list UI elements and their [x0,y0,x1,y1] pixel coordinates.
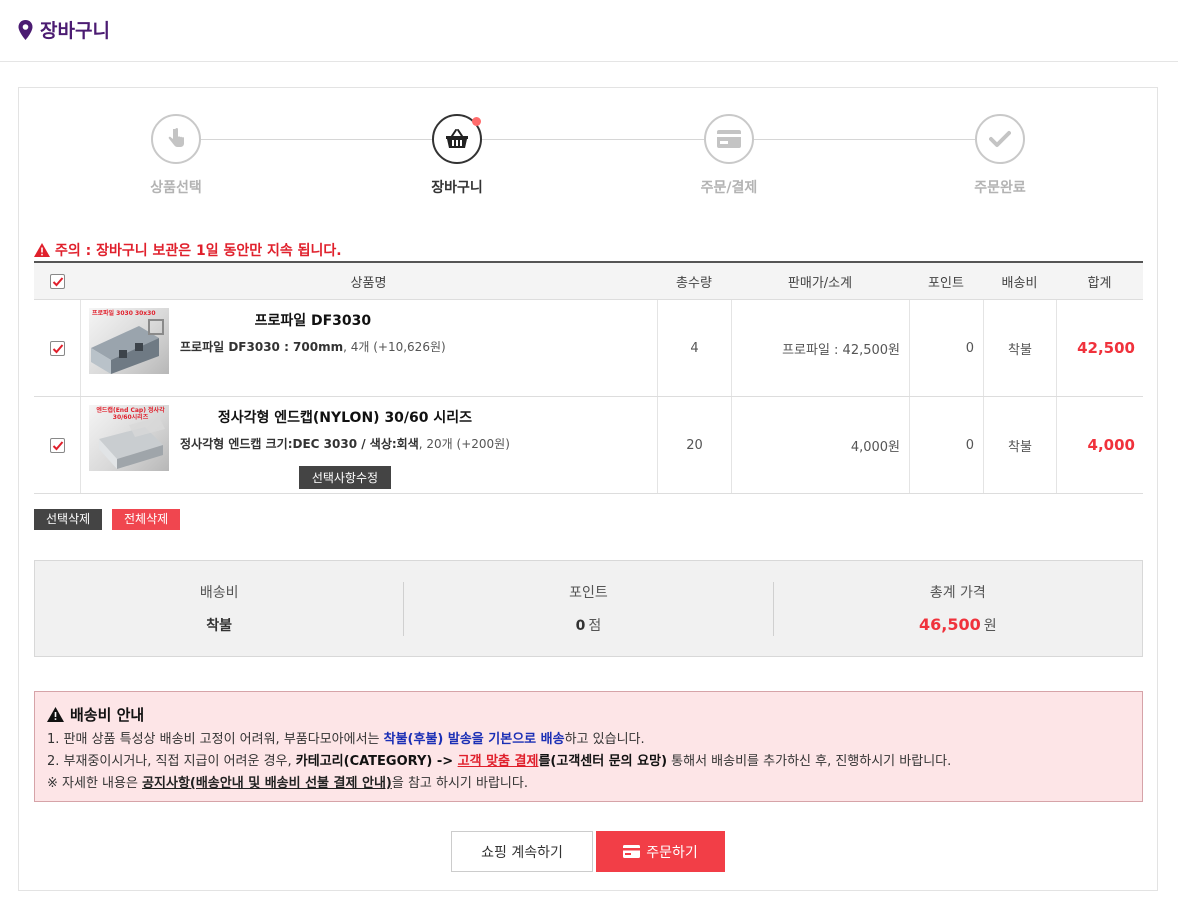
step-order-complete: 주문완료 [940,114,1060,197]
row-price: 4,000원 [731,397,909,493]
delete-selected-button[interactable]: 선택삭제 [34,509,103,530]
table-header: 상품명 총수량 판매가/소계 포인트 배송비 합계 [34,263,1143,300]
row-point: 0 [909,397,983,493]
cart-panel: 상품선택 장바구니 주문/결제 주문완료 주의 : 장바구니 보관은 1일 동안… [18,87,1158,891]
hand-pointer-icon [151,114,201,164]
row-shipping: 착불 [983,397,1056,493]
shipping-info-line-3: ※ 자세한 내용은 공지사항(배송안내 및 배송비 선불 결제 안내)을 참고 … [47,776,528,791]
steps-connector [176,139,1000,140]
credit-card-icon [704,114,754,164]
step-label: 상품선택 [150,180,202,196]
order-button-label: 주문하기 [646,844,698,861]
order-summary: 배송비 착불 포인트 0점 총계 가격 46,500 원 [34,560,1143,657]
basket-icon [432,114,482,164]
check-icon [975,114,1025,164]
notice-link[interactable]: 공지사항(배송안내 및 배송비 선불 결제 안내) [142,776,392,791]
custom-payment-link[interactable]: 고객 맞춤 결제 [458,754,539,769]
location-pin-icon [18,20,33,40]
row-checkbox[interactable] [49,340,65,356]
step-label: 주문/결제 [700,180,758,196]
page-title: 장바구니 [40,20,110,42]
header-price: 판매가/소계 [787,275,853,291]
shipping-info-heading: 배송비 안내 [47,704,1130,725]
cart-table: 상품명 총수량 판매가/소계 포인트 배송비 합계 프로파일 3030 30x3… [34,261,1143,494]
row-shipping: 착불 [983,300,1056,396]
table-row: 엔드캡(End Cap) 정사각 30/60시리즈 정사각형 엔드캡(NYLON… [34,397,1143,494]
warning-icon [47,707,64,722]
credit-card-icon [623,845,641,858]
notification-dot [472,117,481,126]
continue-shopping-button[interactable]: 쇼핑 계속하기 [451,831,593,872]
step-label: 장바구니 [431,180,483,196]
row-qty: 20 [657,397,731,493]
header-point: 포인트 [928,275,964,291]
shipping-info-line-2: 2. 부재중이시거나, 직접 지급이 어려운 경우, 카테고리(CATEGORY… [47,754,952,769]
table-row: 프로파일 3030 30x30 프로파일 DF3030 프로파일 DF3030 … [34,300,1143,397]
product-option: 정사각형 엔드캡 크기:DEC 3030 / 색상:회색, 20개 (+200원… [180,437,510,451]
delete-all-button[interactable]: 전체삭제 [112,509,181,530]
row-checkbox[interactable] [49,437,65,453]
product-title[interactable]: 정사각형 엔드캡(NYLON) 30/60 시리즈 [180,407,510,427]
shipping-info-box: 배송비 안내 1. 판매 상품 특성상 배송비 고정이 어려워, 부품다모아에서… [34,691,1143,802]
step-cart: 장바구니 [397,114,517,197]
row-total: 42,500 [1056,300,1143,396]
cart-notice: 주의 : 장바구니 보관은 1일 동안만 지속 됩니다. [34,240,342,260]
header-name: 상품명 [350,275,387,291]
product-thumbnail[interactable]: 엔드캡(End Cap) 정사각 30/60시리즈 [89,405,169,471]
shipping-info-line-1: 1. 판매 상품 특성상 배송비 고정이 어려워, 부품다모아에서는 착불(후불… [47,732,645,747]
page-header: 장바구니 [0,0,1178,62]
row-point: 0 [909,300,983,396]
header-total: 합계 [1087,275,1112,291]
header-shipping: 배송비 [1001,275,1038,291]
header-qty: 총수량 [676,275,712,291]
edit-option-button[interactable]: 선택사항수정 [298,466,392,489]
select-all-checkbox[interactable] [49,273,65,289]
row-qty: 4 [657,300,731,396]
notice-text: 주의 : 장바구니 보관은 1일 동안만 지속 됩니다. [55,243,342,259]
summary-total: 총계 가격 46,500 원 [772,581,1142,636]
step-label: 주문완료 [974,180,1026,196]
step-order-payment: 주문/결제 [669,114,789,197]
step-select-product: 상품선택 [116,114,236,197]
row-price: 프로파일 : 42,500원 [731,300,909,396]
warning-icon [34,243,50,257]
summary-shipping: 배송비 착불 [199,585,239,634]
product-title[interactable]: 프로파일 DF3030 [180,310,446,330]
row-total: 4,000 [1056,397,1143,493]
product-option: 프로파일 DF3030 : 700mm, 4개 (+10,626원) [180,340,446,354]
product-thumbnail[interactable]: 프로파일 3030 30x30 [89,308,169,374]
summary-points: 포인트 0점 [403,581,772,636]
order-button[interactable]: 주문하기 [596,831,725,872]
